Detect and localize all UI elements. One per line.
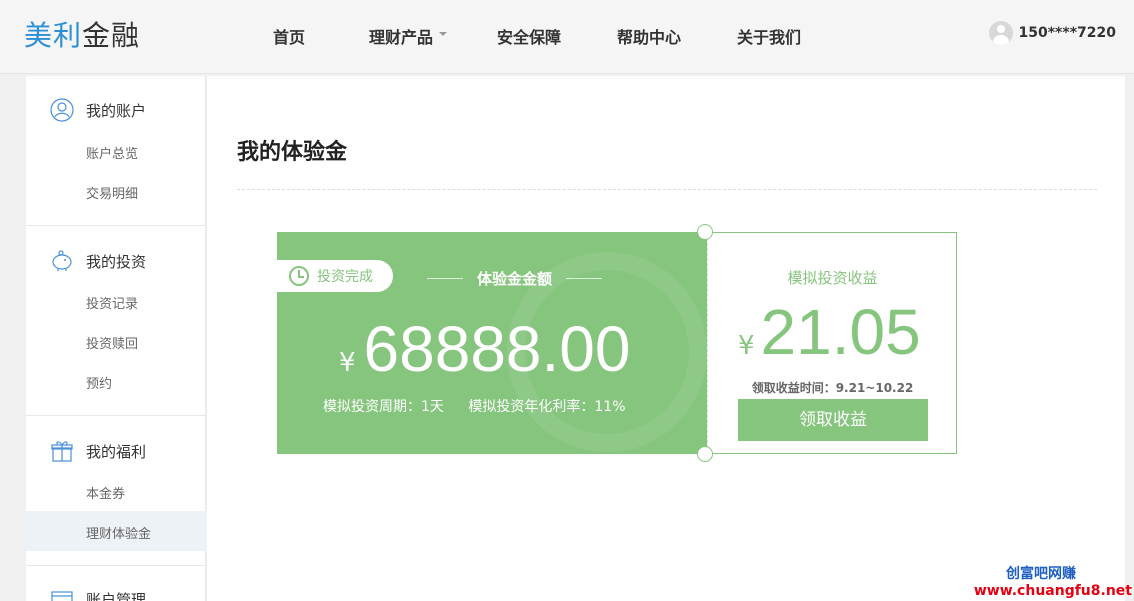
earnings-amount-value: 21.05	[760, 296, 921, 368]
status-badge: 投资完成	[277, 260, 393, 292]
sidebar-group-label: 账户管理	[86, 590, 147, 601]
user-icon	[50, 98, 74, 122]
nav-security[interactable]: 安全保障	[497, 24, 561, 48]
clock-icon	[289, 266, 309, 286]
card-meta: 模拟投资周期：1天 模拟投资年化利率：11%	[323, 396, 646, 416]
sidebar-item-redemption[interactable]: 投资赎回	[86, 333, 138, 352]
logo-part2: 金融	[82, 19, 141, 52]
invest-rate: 模拟投资年化利率：11%	[468, 399, 626, 415]
trial-amount: ¥ 68888.00	[339, 312, 630, 386]
logo-part1: 美利	[24, 19, 83, 52]
sidebar-item-account-overview[interactable]: 账户总览	[86, 143, 138, 162]
sidebar: 我的账户 账户总览 交易明细 我的投资 投资记录 投资赎回 预约 我的福利 本金…	[26, 76, 206, 601]
avatar	[988, 21, 1013, 45]
currency-symbol: ¥	[738, 331, 755, 361]
sidebar-item-invest-records[interactable]: 投资记录	[86, 293, 138, 312]
invest-period: 模拟投资周期：1天	[323, 399, 444, 415]
earnings-label: 模拟投资收益	[787, 269, 878, 287]
currency-symbol: ¥	[339, 348, 356, 378]
page-title: 我的体验金	[237, 140, 348, 165]
earnings-amount: ¥ 21.05	[738, 295, 921, 369]
amount-label-wrap: 体验金金额	[427, 268, 603, 289]
sidebar-item-transactions[interactable]: 交易明细	[86, 183, 138, 202]
decor-line	[566, 278, 603, 279]
earnings-card: 模拟投资收益 ¥ 21.05 领取收益时间：9.21~10.22 领取收益	[707, 232, 957, 454]
divider	[237, 189, 1097, 190]
trial-amount-value: 68888.00	[363, 313, 631, 385]
sidebar-item-trial-fund[interactable]: 理财体验金	[86, 523, 151, 542]
sidebar-group-benefits[interactable]: 我的福利	[50, 439, 146, 463]
user-menu[interactable]: 150****7220	[988, 21, 1116, 45]
nav-home[interactable]: 首页	[273, 24, 305, 48]
trial-fund-card: 投资完成 体验金金额 ¥ 68888.00 模拟投资周期：1天 模拟投资年化利率…	[277, 232, 707, 454]
gift-icon	[51, 441, 73, 462]
sidebar-item-reservation[interactable]: 预约	[86, 373, 112, 392]
divider	[26, 565, 206, 566]
claim-earnings-button[interactable]: 领取收益	[738, 399, 928, 441]
earnings-card-inner: 模拟投资收益 ¥ 21.05 领取收益时间：9.21~10.22 领取收益	[707, 233, 956, 453]
sidebar-group-label: 我的账户	[86, 101, 147, 120]
sidebar-group-account-manage[interactable]: 账户管理	[50, 587, 146, 601]
ticket-notch-bottom	[697, 446, 713, 462]
nav-about[interactable]: 关于我们	[737, 24, 801, 48]
chevron-down-icon	[439, 31, 448, 36]
status-text: 投资完成	[317, 269, 373, 285]
watermark: 创富吧网赚 www.chuangfu8.net	[974, 563, 1132, 599]
watermark-line2: www.chuangfu8.net	[973, 583, 1132, 599]
sidebar-group-account[interactable]: 我的账户	[50, 98, 146, 122]
top-header: 美利金融 首页 理财产品 安全保障 帮助中心 关于我们 150****7220	[0, 0, 1134, 74]
user-phone: 150****7220	[1018, 25, 1116, 41]
ticket-notch-top	[697, 224, 713, 240]
sidebar-group-label: 我的福利	[86, 442, 147, 461]
nav-products[interactable]: 理财产品	[369, 24, 448, 48]
decor-line	[427, 278, 463, 279]
sidebar-group-investment[interactable]: 我的投资	[50, 249, 146, 273]
claim-time: 领取收益时间：9.21~10.22	[751, 381, 914, 395]
sidebar-item-coupons[interactable]: 本金券	[86, 483, 125, 502]
nav-help[interactable]: 帮助中心	[617, 24, 681, 48]
card-icon	[51, 591, 73, 601]
piggy-bank-icon	[52, 250, 72, 271]
main-content: 我的体验金 投资完成 体验金金额 ¥ 68888.00 模拟投资周期：1天 模拟…	[207, 76, 1125, 601]
sidebar-group-label: 我的投资	[86, 252, 147, 271]
nav-products-label: 理财产品	[369, 28, 434, 47]
divider	[26, 415, 206, 416]
watermark-line1: 创富吧网赚	[1006, 566, 1076, 582]
logo[interactable]: 美利金融	[24, 14, 140, 54]
amount-label: 体验金金额	[477, 270, 553, 288]
divider	[26, 225, 206, 226]
